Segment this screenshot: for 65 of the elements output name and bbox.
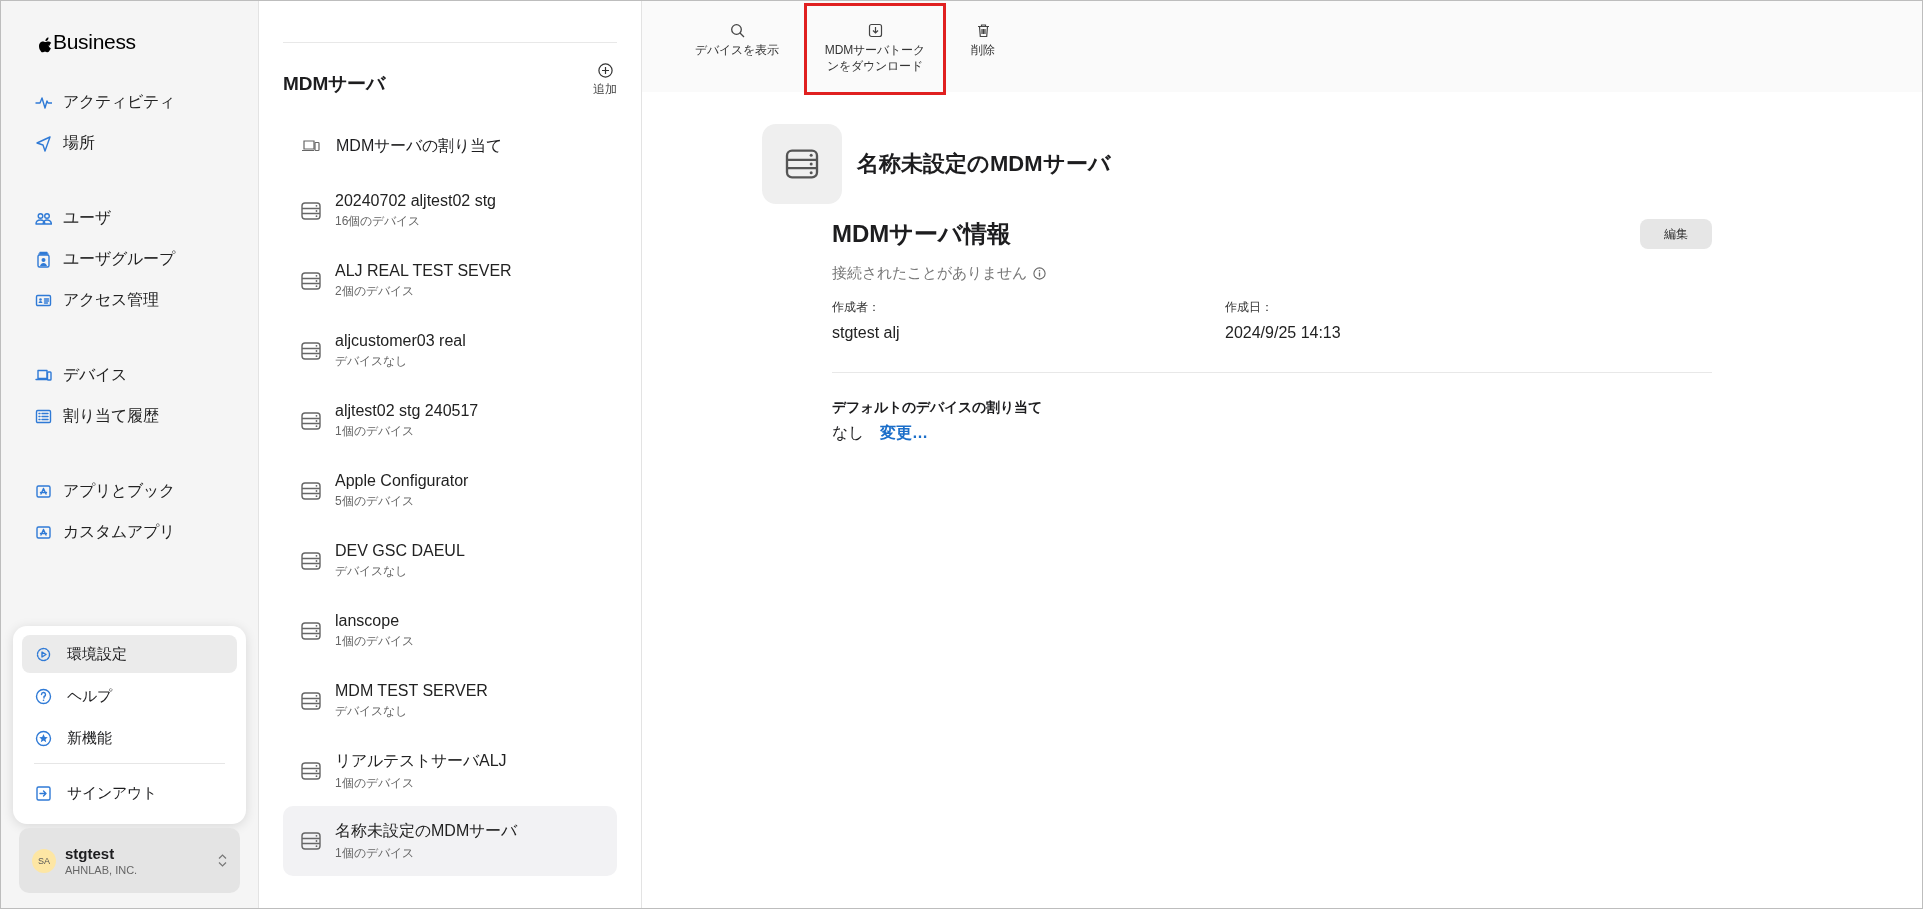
- server-list-item[interactable]: Apple Configurator 5個のデバイス: [283, 456, 617, 526]
- server-name: aljtest02 stg 240517: [335, 402, 479, 420]
- edit-button[interactable]: 編集: [1640, 219, 1712, 249]
- server-name: DEV GSC DAEUL: [335, 542, 465, 560]
- server-list-item[interactable]: 名称未設定のMDMサーバ 1個のデバイス: [283, 806, 617, 876]
- server-name: Apple Configurator: [335, 472, 469, 490]
- server-list-item[interactable]: ALJ REAL TEST SEVER 2個のデバイス: [283, 246, 617, 316]
- avatar: SA: [32, 848, 56, 873]
- nav-item[interactable]: ユーザ: [1, 198, 258, 239]
- nav-item[interactable]: ユーザグループ: [1, 239, 258, 280]
- menu-item[interactable]: サインアウト: [22, 774, 237, 812]
- device-count: 1個のデバイス: [335, 774, 415, 792]
- toolbar-button[interactable]: 削除: [956, 1, 1010, 92]
- server-name: 名称未設定のMDMサーバ: [335, 820, 518, 841]
- nav-item[interactable]: デバイス: [1, 355, 258, 396]
- server-list-item[interactable]: aljtest02 stg 240517 1個のデバイス: [283, 386, 617, 456]
- field-label: 作成日：: [1225, 299, 1274, 316]
- section-title: MDMサーバ情報: [832, 219, 1012, 249]
- server-name: ALJ REAL TEST SEVER: [335, 262, 512, 280]
- organization-name: AHNLAB, INC.: [65, 864, 139, 876]
- menu-item[interactable]: 新機能: [22, 719, 237, 757]
- nav-item[interactable]: 場所: [1, 123, 258, 164]
- server-list-item[interactable]: リアルテストサーバALJ 1個のデバイス: [283, 736, 617, 806]
- menu-item[interactable]: 環境設定: [22, 635, 237, 673]
- device-count: デバイスなし: [335, 563, 408, 580]
- device-count: 16個のデバイス: [335, 213, 422, 230]
- nav-item[interactable]: アプリとブック: [1, 471, 258, 512]
- field-label: 作成者：: [832, 299, 881, 316]
- device-count: 1個のデバイス: [335, 423, 415, 440]
- device-count: デバイスなし: [335, 353, 408, 370]
- assign-server-link[interactable]: MDMサーバの割り当て: [283, 125, 617, 167]
- field-label: デフォルトのデバイスの割り当て: [832, 399, 1043, 417]
- logo-text: Business: [53, 30, 136, 54]
- list-heading: MDMサーバ: [283, 72, 386, 96]
- device-count: 1個のデバイス: [335, 633, 414, 650]
- server-list-item[interactable]: lanscope 1個のデバイス: [283, 596, 617, 666]
- device-count: 5個のデバイス: [335, 493, 415, 510]
- server-list-item[interactable]: aljcustomer03 real デバイスなし: [283, 316, 617, 386]
- server-name: リアルテストサーバALJ: [335, 750, 507, 771]
- server-title: 名称未設定のMDMサーバ: [857, 150, 1111, 178]
- server-list-item[interactable]: DEV GSC DAEUL デバイスなし: [283, 526, 617, 596]
- field-value: 2024/9/25 14:13: [1225, 324, 1342, 342]
- server-name: 20240702 aljtest02 stg: [335, 192, 496, 210]
- server-list-item[interactable]: 20240702 aljtest02 stg 16個のデバイス: [283, 176, 617, 246]
- server-name: lanscope: [335, 612, 401, 630]
- server-name: MDM TEST SERVER: [335, 682, 488, 700]
- menu-item[interactable]: ヘルプ: [22, 677, 237, 715]
- field-value: stgtest alj: [832, 324, 901, 342]
- connection-status: 接続されたことがありません: [832, 264, 1027, 283]
- account-name: stgtest: [65, 845, 116, 862]
- account-switcher[interactable]: SA stgtest AHNLAB, INC.: [19, 828, 240, 893]
- server-name: aljcustomer03 real: [335, 332, 466, 350]
- device-count: デバイスなし: [335, 703, 408, 720]
- device-count: 2個のデバイス: [335, 283, 415, 300]
- toolbar-button[interactable]: デバイスを表示: [680, 1, 794, 92]
- nav-item[interactable]: アクセス管理: [1, 280, 258, 321]
- field-value: なし: [832, 423, 864, 443]
- device-count: 1個のデバイス: [335, 844, 415, 862]
- nav-item[interactable]: アクティビティ: [1, 82, 258, 123]
- add-button[interactable]: 追加: [593, 63, 617, 98]
- nav-item[interactable]: カスタムアプリ: [1, 512, 258, 553]
- server-list-item[interactable]: MDM TEST SERVER デバイスなし: [283, 666, 617, 736]
- nav-item[interactable]: 割り当て履歴: [1, 396, 258, 437]
- change-link[interactable]: 変更…: [880, 423, 928, 444]
- toolbar-button[interactable]: MDMサーバトークンをダウンロード: [804, 3, 946, 95]
